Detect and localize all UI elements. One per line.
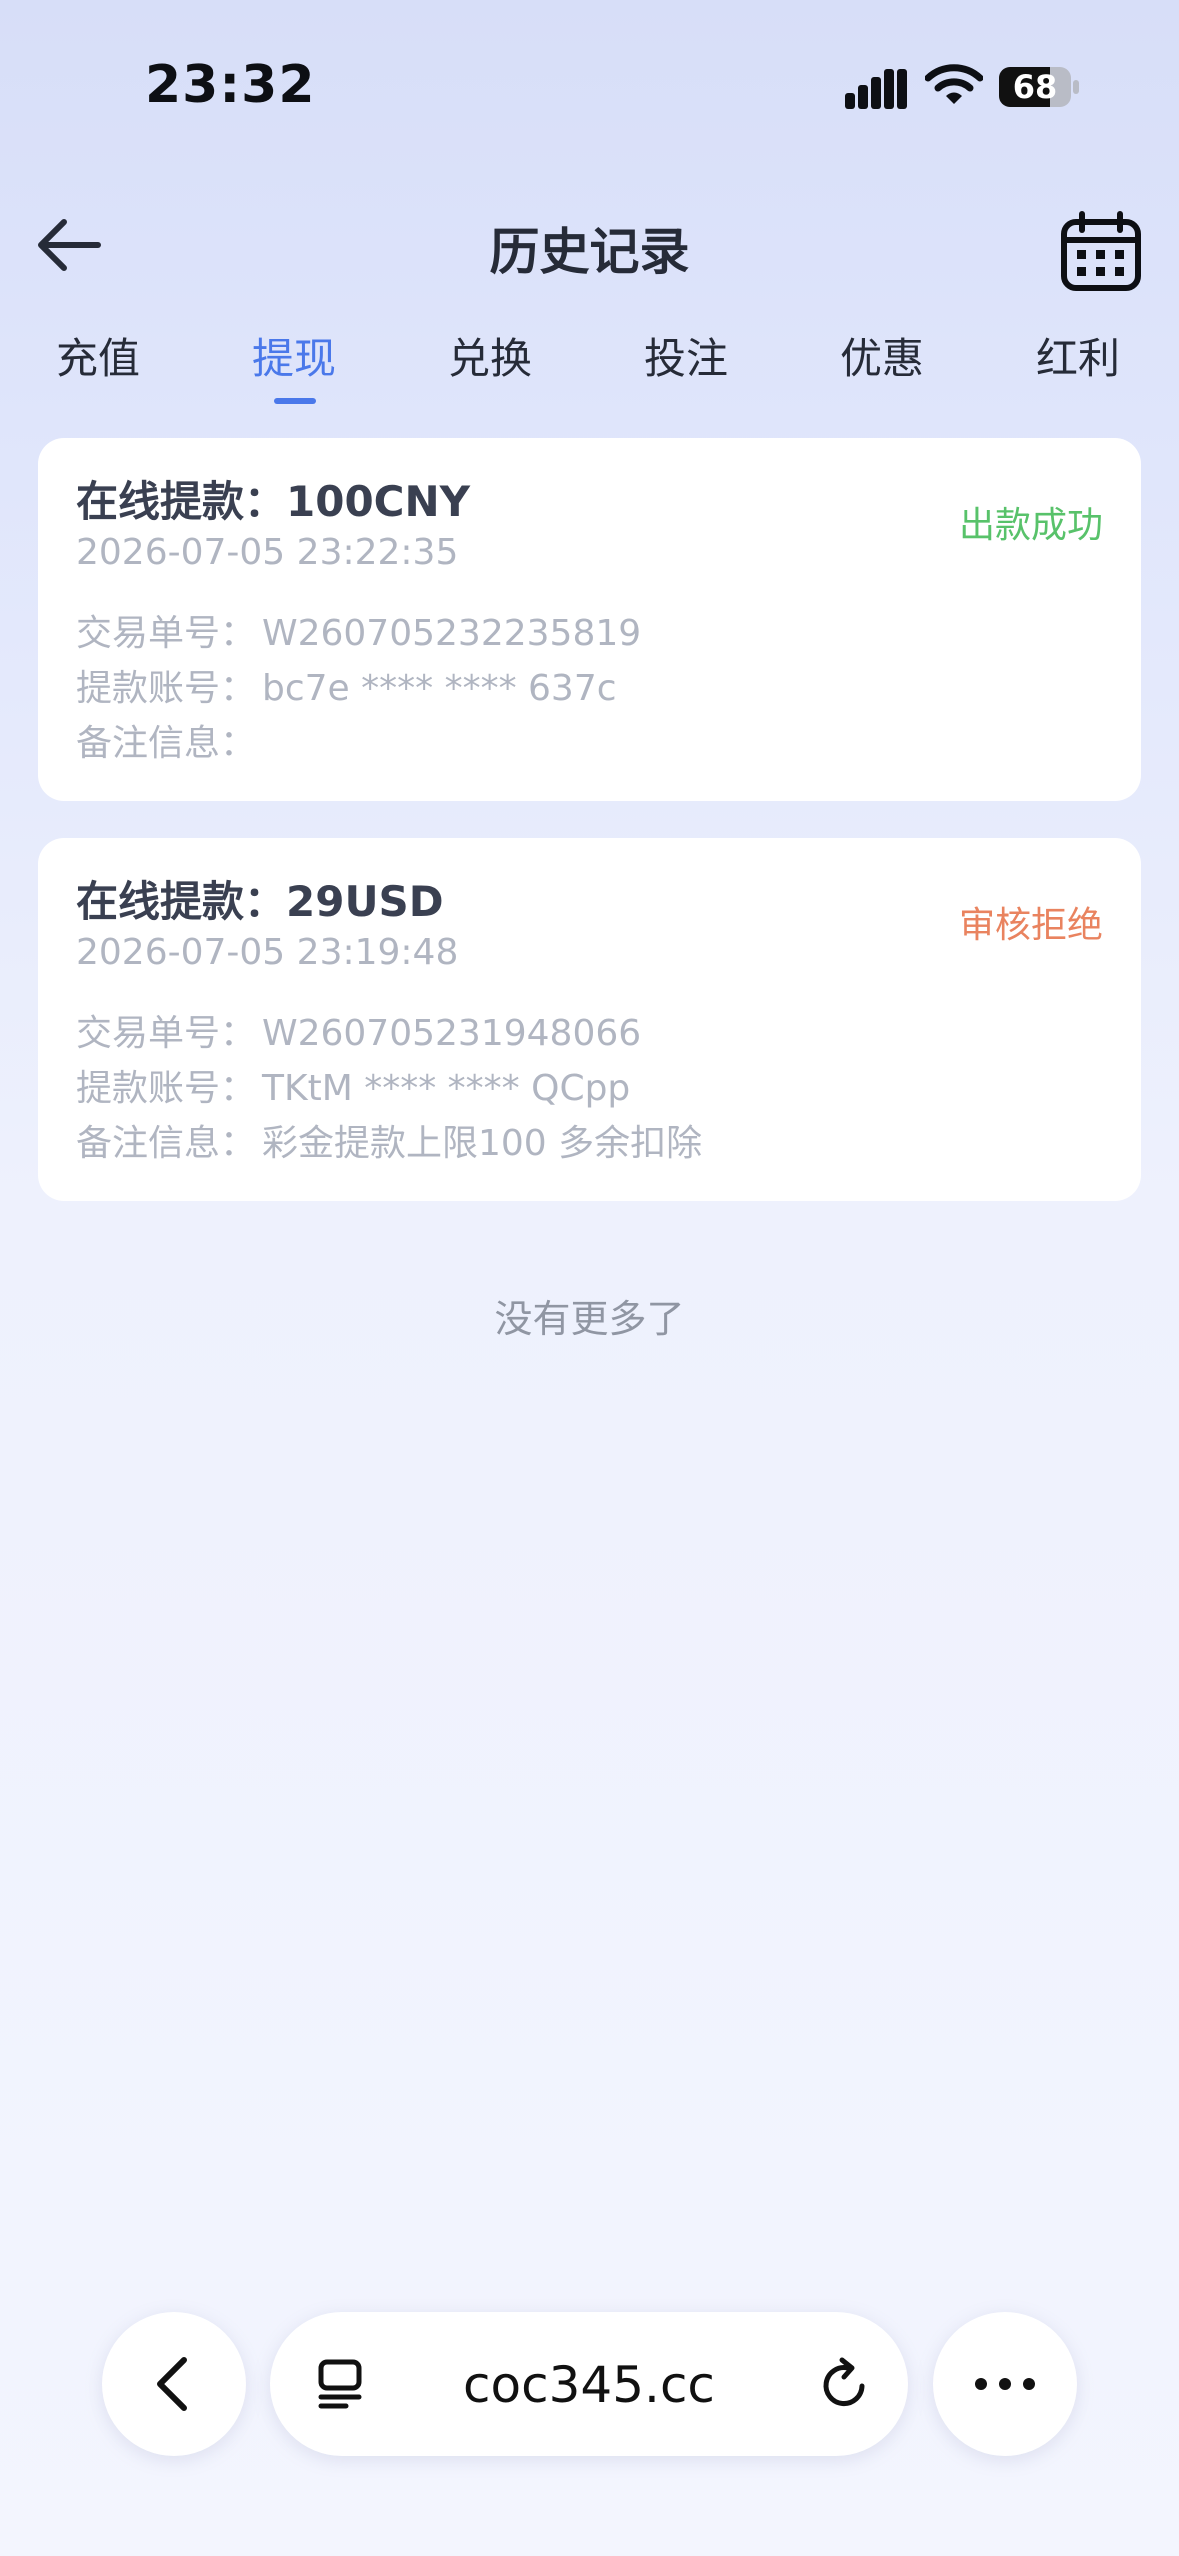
browser-back-button[interactable] [102,2312,246,2456]
record-title: 在线提款：29USD [76,877,444,926]
withdraw-account: bc7e **** **** 637c [262,668,617,709]
tab-bonus[interactable]: 红利 [980,325,1176,386]
page-title: 历史记录 [489,223,690,281]
transaction-id-row: 交易单号： W260705232235819 [76,604,641,656]
row-label: 交易单号： [76,1013,257,1054]
row-label: 提款账号： [76,1068,257,1109]
url-text[interactable]: coc345.cc [270,2356,908,2414]
remark: 彩金提款上限100 多余扣除 [262,1123,703,1164]
transaction-id: W260705232235819 [262,613,642,654]
withdraw-account-row: 提款账号： TKtM **** **** QCpp [76,1059,630,1111]
row-label: 备注信息： [76,723,257,764]
record-time: 2026-07-05 23:22:35 [76,532,459,573]
row-label: 交易单号： [76,613,257,654]
cellular-signal-icon [845,69,907,109]
withdraw-account: TKtM **** **** QCpp [262,1068,631,1109]
transaction-id: W260705231948066 [262,1013,642,1054]
record-title: 在线提款：100CNY [76,477,471,526]
remark-row: 备注信息： 彩金提款上限100 多余扣除 [76,1114,702,1166]
active-tab-indicator [274,398,316,404]
withdrawal-record-card[interactable]: 在线提款：29USD 2026-07-05 23:19:48 审核拒绝 交易单号… [38,838,1141,1201]
record-time: 2026-07-05 23:19:48 [76,932,459,973]
tab-recharge[interactable]: 充值 [0,325,196,386]
more-dots-icon [975,2378,1035,2390]
battery-level: 68 [1012,68,1058,106]
reload-icon[interactable] [818,2356,874,2412]
address-bar[interactable]: coc345.cc [270,2312,908,2456]
wifi-icon [925,64,983,104]
status-time: 23:32 [145,55,316,115]
status-badge: 出款成功 [958,505,1103,546]
withdrawal-record-card[interactable]: 在线提款：100CNY 2026-07-05 23:22:35 出款成功 交易单… [38,438,1141,801]
tab-withdraw[interactable]: 提现 [196,325,392,386]
remark-row: 备注信息： [76,714,262,766]
tab-exchange[interactable]: 兑换 [392,325,588,386]
withdraw-account-row: 提款账号： bc7e **** **** 637c [76,659,617,711]
status-badge: 审核拒绝 [958,905,1103,946]
tab-bets[interactable]: 投注 [588,325,784,386]
tab-bar: 充值 提现 兑换 投注 优惠 红利 [0,325,1179,405]
more-options-button[interactable] [933,2312,1077,2456]
chevron-left-icon [157,2357,187,2411]
transaction-id-row: 交易单号： W260705231948066 [76,1004,641,1056]
row-label: 提款账号： [76,668,257,709]
battery-indicator: 68 [998,66,1080,108]
row-label: 备注信息： [76,1123,257,1164]
list-end-text: 没有更多了 [494,1297,685,1341]
calendar-icon[interactable] [1060,210,1142,292]
tab-promotions[interactable]: 优惠 [784,325,980,386]
